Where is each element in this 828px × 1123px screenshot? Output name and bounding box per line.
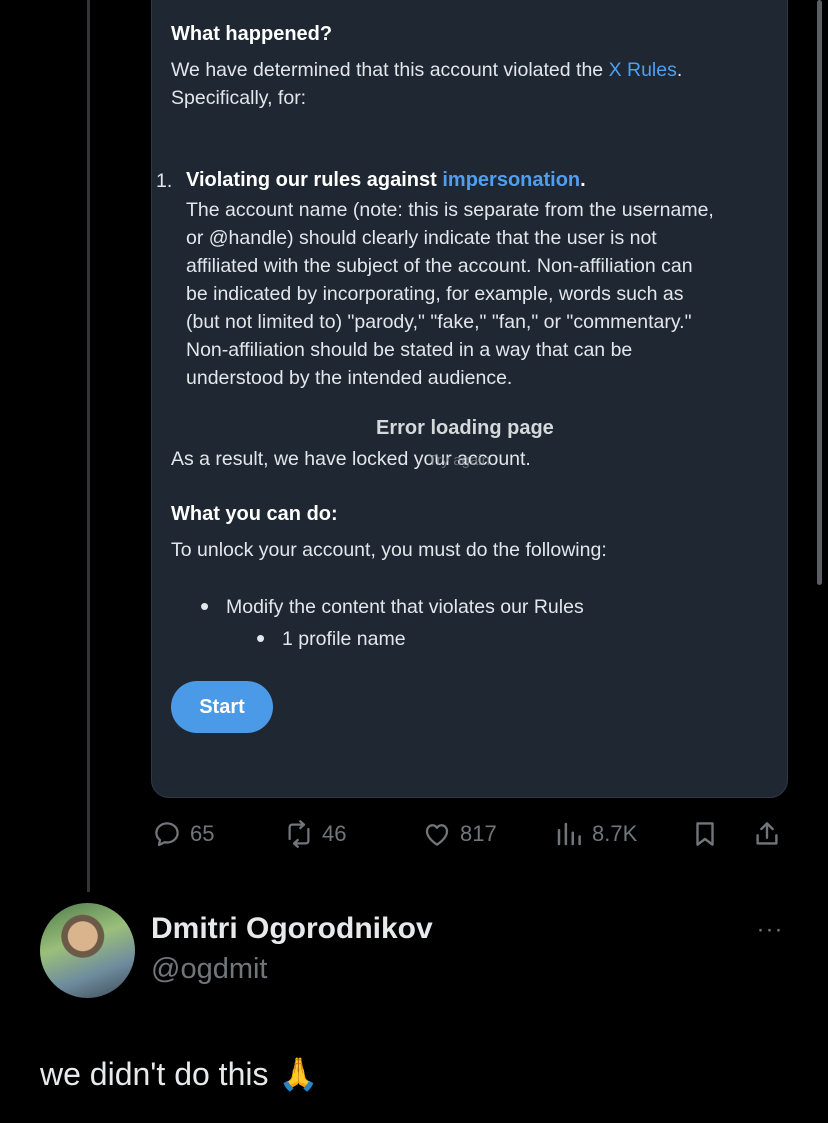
determined-text: We have determined that this account vio… (171, 59, 683, 81)
praying-hands-icon: 🙏 (278, 1056, 319, 1092)
what-happened-heading: What happened? (171, 23, 333, 45)
repost-icon (288, 820, 310, 848)
tweet-text: we didn't do this (40, 1055, 269, 1092)
views-chart-icon (557, 822, 581, 846)
specifically-text: Specifically, for: (171, 87, 307, 109)
try-again-hint[interactable]: Try again (428, 452, 490, 469)
what-you-can-do-heading: What you can do: (171, 503, 338, 525)
tweet-body: we didn't do this 🙏 (40, 1055, 318, 1093)
like-count: 817 (460, 821, 497, 846)
bullet-modify-content: Modify the content that violates our Rul… (226, 596, 584, 618)
bookmark-icon (696, 822, 714, 846)
violation-description: The account name (note: this is separate… (186, 199, 714, 389)
unlock-instructions: To unlock your account, you must do the … (171, 539, 607, 561)
repost-count: 46 (322, 821, 347, 846)
more-options-icon[interactable]: ··· (752, 916, 788, 944)
heart-icon (425, 824, 449, 846)
reply-count: 65 (190, 821, 215, 846)
author-name[interactable]: Dmitri Ogorodnikov (151, 912, 433, 946)
reply-button[interactable]: 65 (152, 812, 214, 856)
tweet-action-bar: 65 46 817 8.7K (0, 812, 828, 856)
reply-icon (155, 822, 179, 847)
error-loading-overlay: Error loading page (376, 417, 554, 439)
thread-connector-line (87, 0, 90, 892)
like-button[interactable]: 817 (422, 812, 497, 856)
bullet-dot: • (200, 591, 210, 621)
author-handle[interactable]: @ogdmit (151, 953, 267, 986)
start-button[interactable]: Start (171, 681, 273, 733)
impersonation-link[interactable]: impersonation (442, 169, 580, 191)
sub-bullet-dot: • (256, 623, 266, 653)
share-button[interactable] (752, 812, 782, 856)
avatar[interactable] (40, 903, 135, 998)
views-button[interactable]: 8.7K (554, 812, 637, 856)
tweet-thread: What happened? We have determined that t… (0, 0, 828, 1123)
violation-title: Violating our rules against impersonatio… (186, 169, 586, 191)
scrollbar[interactable] (817, 0, 822, 585)
violation-number: 1. (156, 170, 173, 192)
share-icon (756, 822, 778, 845)
view-count: 8.7K (592, 821, 638, 846)
media-card[interactable]: What happened? We have determined that t… (151, 0, 788, 798)
x-rules-link[interactable]: X Rules (609, 59, 677, 81)
repost-button[interactable]: 46 (284, 812, 346, 856)
bookmark-button[interactable] (690, 812, 720, 856)
sub-bullet-profile-name: 1 profile name (282, 628, 406, 650)
